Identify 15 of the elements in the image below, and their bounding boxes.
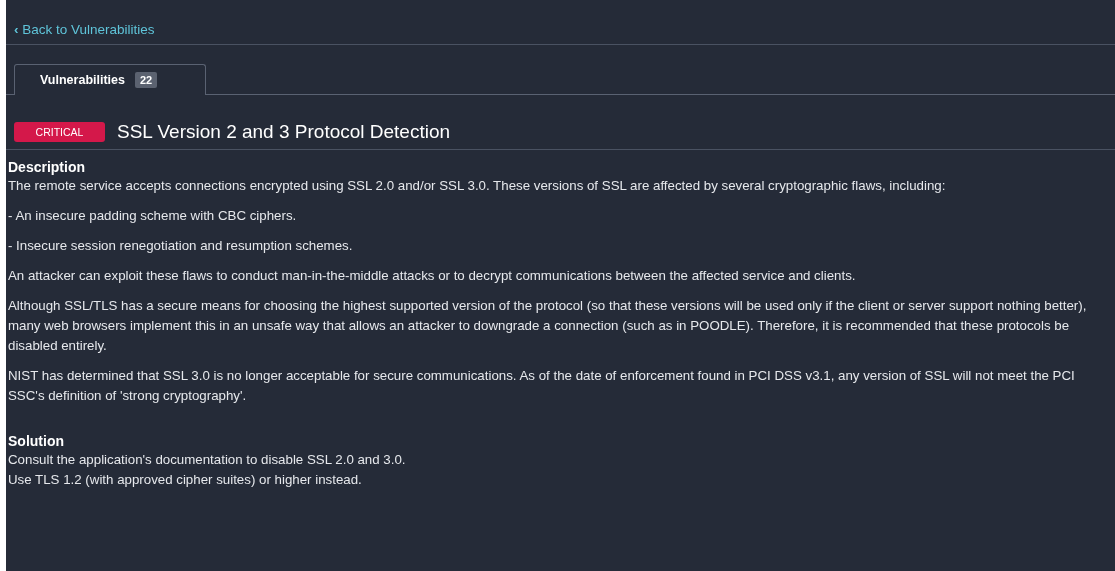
section-heading: Description (8, 158, 86, 176)
section-heading: Solution (8, 432, 65, 450)
paragraph: An attacker can exploit these flaws to conduct man-in-the-middle attacks or to decrypt communications between the affected service and clients. (8, 267, 857, 285)
vulnerabilities-tab[interactable]: Vulnerabilities 22 (14, 64, 206, 95)
count-badge: 22 (135, 72, 158, 88)
paragraph: - Insecure session renegotiation and resumption schemes. (8, 237, 354, 255)
back-link[interactable]: ‹ Back to Vulnerabilities (14, 22, 155, 37)
text-line: Use TLS 1.2 (with approved cipher suites) or higher instead. (8, 471, 363, 489)
text-line: Consult the application's documentation to disable SSL 2.0 and 3.0. (8, 451, 407, 469)
severity-badge: CRITICAL (14, 122, 105, 142)
paragraph: NIST has determined that SSL 3.0 is no longer acceptable for secure communications. As of the date of enforcement found in PCI DSS v3.1, any version of SSL will not meet the PCI SSC's definition of 'strong cryptography'. (8, 367, 1076, 405)
paragraph: - An insecure padding scheme with CBC ciphers. (8, 207, 298, 225)
vulnerability-title: SSL Version 2 and 3 Protocol Detection (117, 121, 451, 143)
paragraph: Although SSL/TLS has a secure means for choosing the highest supported version of the protocol (so that these versions will be used only if the client or server support nothing better), many web browsers implement this in an unsafe way that allows an attacker to downgrade a connection (such as in POODLE). Therefore, it is recommended that these protocols be disabled entirely. (8, 297, 1088, 355)
paragraph: The remote service accepts connections encrypted using SSL 2.0 and/or SSL 3.0. These versions of SSL are affected by several cryptographic flaws, including: (8, 177, 947, 195)
